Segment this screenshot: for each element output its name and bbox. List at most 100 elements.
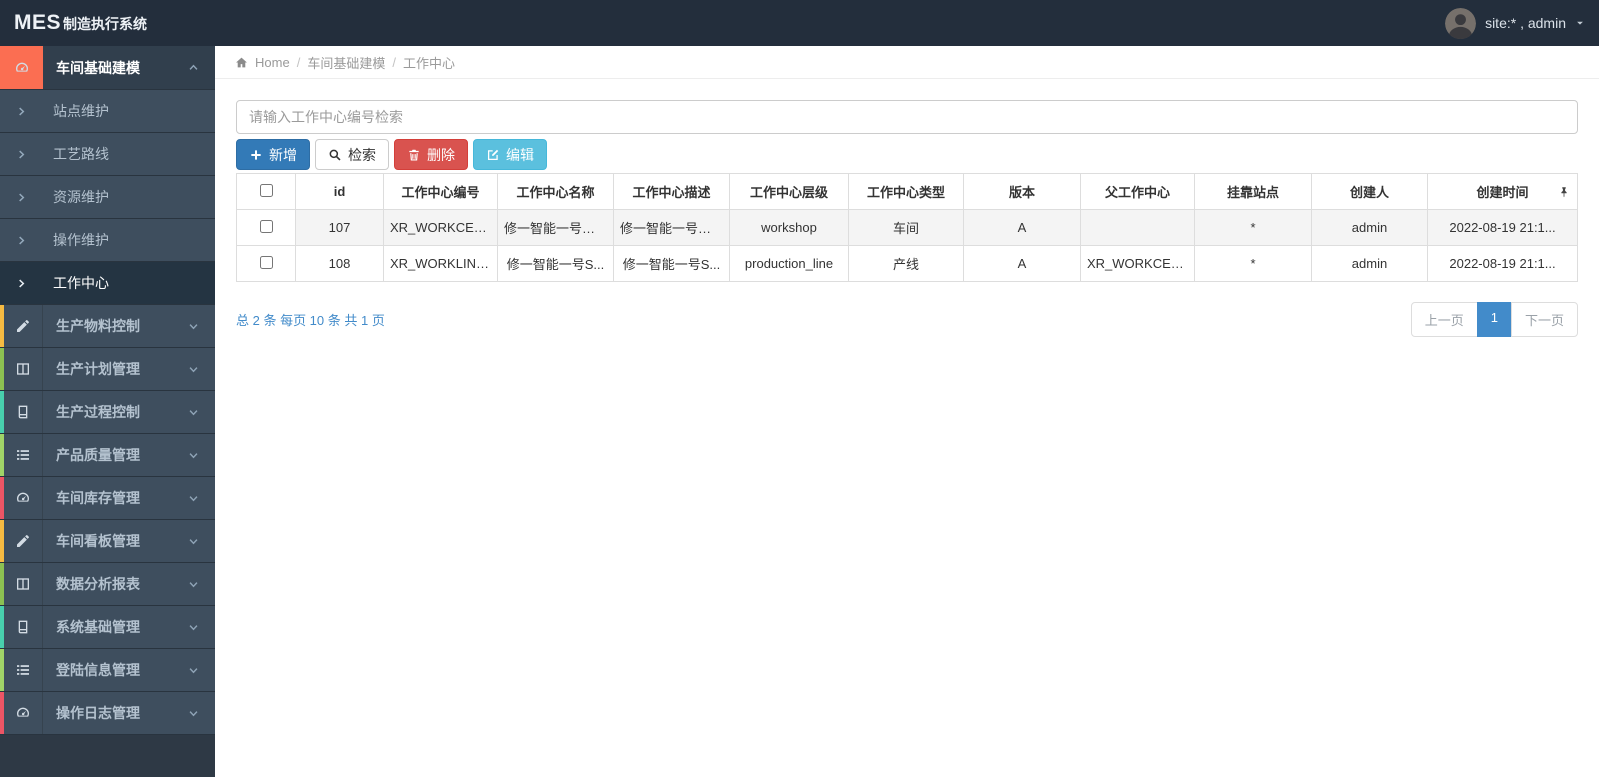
cell-parent	[1080, 209, 1195, 246]
work-center-table: id 工作中心编号 工作中心名称 工作中心描述 工作中心层级 工作中心类型 版本…	[236, 173, 1578, 282]
prev-page-button[interactable]: 上一页	[1410, 302, 1478, 337]
sidebar-item-label: 操作日志管理	[56, 705, 140, 721]
cell-creator: admin	[1311, 209, 1428, 246]
search-icon	[328, 148, 342, 162]
sidebar-item-process-route[interactable]: 工艺路线	[0, 133, 215, 176]
plus-icon	[249, 148, 263, 162]
columns-icon	[15, 576, 31, 592]
page-1-button[interactable]: 1	[1476, 302, 1512, 337]
home-icon	[235, 56, 248, 69]
logo-primary: MES	[14, 11, 62, 34]
sidebar-item-process-control[interactable]: 生产过程控制	[0, 391, 215, 434]
column-header-parent[interactable]: 父工作中心	[1080, 173, 1195, 210]
row-select-cell	[236, 209, 296, 246]
pagination-row: 总 2 条 每页 10 条 共 1 页 上一页 1 下一页	[236, 302, 1578, 337]
user-label: site:* , admin	[1485, 15, 1566, 31]
next-page-button[interactable]: 下一页	[1510, 302, 1578, 337]
list-icon	[15, 447, 31, 463]
search-button[interactable]: 检索	[315, 139, 389, 170]
cell-creator: admin	[1311, 245, 1428, 282]
row-select-cell	[236, 245, 296, 282]
cell-description: 修一智能一号S...	[613, 245, 730, 282]
sidebar-item-work-center[interactable]: 工作中心	[0, 262, 215, 305]
table-row[interactable]: 108 XR_WORKLINE... 修一智能一号S... 修一智能一号S...…	[236, 245, 1578, 282]
column-header-code[interactable]: 工作中心编号	[383, 173, 498, 210]
column-header-description[interactable]: 工作中心描述	[613, 173, 730, 210]
breadcrumb-workshop-base-modeling[interactable]: 车间基础建模	[307, 53, 385, 72]
sidebar-filler	[0, 735, 215, 777]
chevron-up-icon	[188, 62, 199, 73]
search-input[interactable]	[236, 100, 1578, 134]
cell-id: 108	[295, 245, 384, 282]
sidebar-item-report-analysis[interactable]: 数据分析报表	[0, 563, 215, 606]
sidebar-item-workshop-base-modeling[interactable]: 车间基础建模	[0, 46, 215, 90]
chevron-down-icon	[188, 536, 199, 547]
table-row[interactable]: 107 XR_WORKCEN... 修一智能一号车间 修一智能一号车间 work…	[236, 209, 1578, 246]
sidebar-item-resource-maintenance[interactable]: 资源维护	[0, 176, 215, 219]
sidebar-item-material-control[interactable]: 生产物料控制	[0, 305, 215, 348]
cell-parent: XR_WORKCEN...	[1080, 245, 1195, 282]
list-icon	[15, 662, 31, 678]
sidebar-item-kanban-management[interactable]: 车间看板管理	[0, 520, 215, 563]
dashboard-icon	[15, 705, 31, 721]
cell-name: 修一智能一号车间	[497, 209, 614, 246]
cell-type: 车间	[848, 209, 964, 246]
chevron-down-icon	[188, 407, 199, 418]
chevron-right-icon	[16, 149, 27, 160]
pagination-summary: 总 2 条 每页 10 条 共 1 页	[236, 313, 385, 328]
cell-name: 修一智能一号S...	[497, 245, 614, 282]
column-header-level[interactable]: 工作中心层级	[729, 173, 849, 210]
sidebar-item-label: 系统基础管理	[56, 619, 140, 635]
sidebar-item-label: 车间看板管理	[56, 533, 140, 549]
sidebar-item-quality-management[interactable]: 产品质量管理	[0, 434, 215, 477]
chevron-right-icon	[16, 106, 27, 117]
breadcrumb-separator: /	[296, 54, 301, 70]
add-button[interactable]: 新增	[236, 139, 310, 170]
logo-secondary: 制造执行系统	[63, 16, 148, 32]
column-header-version[interactable]: 版本	[963, 173, 1081, 210]
sidebar-item-plan-management[interactable]: 生产计划管理	[0, 348, 215, 391]
row-checkbox[interactable]	[259, 219, 273, 233]
column-header-created-at[interactable]: 创建时间	[1427, 173, 1578, 210]
sidebar-item-label: 生产过程控制	[56, 404, 140, 420]
cell-level: workshop	[729, 209, 849, 246]
delete-button[interactable]: 删除	[394, 139, 468, 170]
column-header-name[interactable]: 工作中心名称	[497, 173, 614, 210]
cell-type: 产线	[848, 245, 964, 282]
column-header-id[interactable]: id	[295, 173, 384, 210]
edit-button[interactable]: 编辑	[473, 139, 547, 170]
sidebar-item-label: 车间基础建模	[56, 59, 140, 76]
book-icon	[15, 404, 31, 420]
cell-version: A	[963, 209, 1081, 246]
sidebar-item-operation-log-management[interactable]: 操作日志管理	[0, 692, 215, 735]
pencil-icon	[15, 533, 31, 549]
pin-icon[interactable]	[1558, 186, 1570, 198]
pagination: 上一页 1 下一页	[1410, 302, 1578, 337]
column-header-creator[interactable]: 创建人	[1311, 173, 1428, 210]
app-logo: MES 制造执行系统	[14, 11, 147, 35]
app-window: MES 制造执行系统 site:* , admin 车间基础建模 站点维护 工艺…	[0, 0, 1599, 777]
sidebar-item-operation-maintenance[interactable]: 操作维护	[0, 219, 215, 262]
sidebar-item-inventory-management[interactable]: 车间库存管理	[0, 477, 215, 520]
toolbar: 新增 检索 删除 编辑	[236, 139, 1578, 170]
sidebar-item-label: 生产物料控制	[56, 318, 140, 334]
sidebar-item-label: 资源维护	[53, 189, 109, 205]
user-menu[interactable]: site:* , admin	[1445, 7, 1585, 39]
page-body: 新增 检索 删除 编辑	[215, 79, 1599, 777]
accent-strip	[0, 649, 4, 691]
chevron-down-icon	[188, 493, 199, 504]
pencil-icon	[15, 318, 31, 334]
dashboard-icon	[14, 60, 30, 76]
breadcrumb-current-page: 工作中心	[402, 55, 455, 71]
select-all-checkbox[interactable]	[259, 183, 273, 197]
sidebar-item-login-info-management[interactable]: 登陆信息管理	[0, 649, 215, 692]
row-checkbox[interactable]	[259, 255, 273, 269]
accent-strip	[0, 520, 4, 562]
chevron-down-icon	[188, 665, 199, 676]
column-header-type[interactable]: 工作中心类型	[848, 173, 964, 210]
sidebar-item-site-maintenance[interactable]: 站点维护	[0, 90, 215, 133]
column-header-station[interactable]: 挂靠站点	[1194, 173, 1312, 210]
accent-strip	[0, 606, 4, 648]
sidebar-item-system-management[interactable]: 系统基础管理	[0, 606, 215, 649]
breadcrumb-home[interactable]: Home	[255, 55, 290, 70]
